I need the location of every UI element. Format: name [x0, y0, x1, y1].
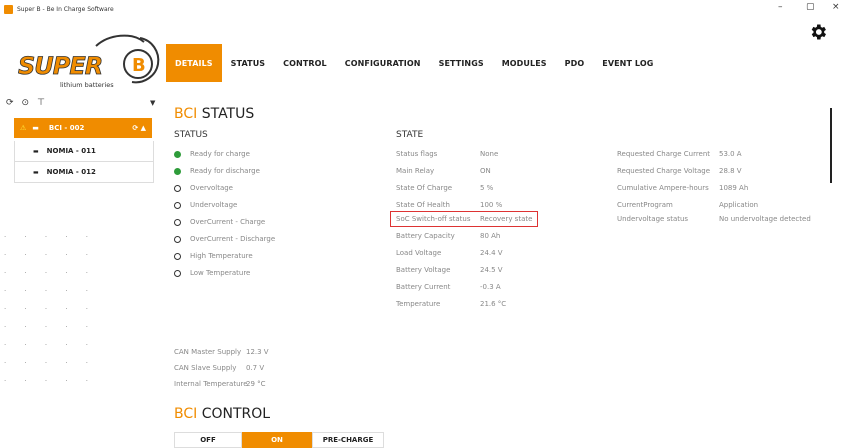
empty-circle-icon: [174, 252, 181, 260]
app-icon: [4, 4, 13, 14]
sidebar-dots: · · · · ·: [4, 305, 97, 313]
refresh-icon[interactable]: ⟳: [6, 98, 14, 108]
sidebar-dots: · · · · ·: [4, 341, 97, 349]
sidebar-dots: · · · · ·: [4, 251, 97, 259]
check-circle-icon: [174, 167, 181, 175]
svg-text:lithium batteries: lithium batteries: [60, 81, 114, 89]
status-item: OverCurrent - Charge: [174, 218, 265, 226]
status-column-header: STATUS: [174, 130, 208, 140]
info-row: Cumulative Ampere-hours 1089 Ah: [617, 184, 749, 192]
status-item: Ready for charge: [174, 150, 250, 158]
tab-settings[interactable]: SETTINGS: [430, 44, 493, 82]
tab-control[interactable]: CONTROL: [274, 44, 336, 82]
tab-pdo[interactable]: PDO: [556, 44, 594, 82]
sidebar-item-label: NOMIA - 012: [46, 168, 96, 176]
sidebar-dots: · · · · ·: [4, 233, 97, 241]
empty-circle-icon: [174, 218, 181, 226]
heading-prefix: BCI: [174, 106, 198, 122]
title-bar: Super B - Be In Charge Software: [0, 0, 858, 18]
state-row: Battery Capacity 80 Ah: [396, 232, 501, 240]
gear-icon[interactable]: [808, 22, 828, 42]
supply-row: CAN Master Supply 12.3 V: [174, 348, 269, 356]
status-item: Overvoltage: [174, 184, 233, 192]
main-nav: DETAILS STATUS CONTROL CONFIGURATION SET…: [166, 44, 662, 82]
pre-charge-button[interactable]: PRE-CHARGE: [312, 432, 384, 448]
window-title: Super B - Be In Charge Software: [17, 5, 114, 13]
tab-status[interactable]: STATUS: [222, 44, 274, 82]
tab-configuration[interactable]: CONFIGURATION: [336, 44, 430, 82]
close-button[interactable]: ×: [832, 2, 840, 12]
svg-text:SUPER: SUPER: [18, 52, 102, 80]
status-item: High Temperature: [174, 252, 253, 260]
tab-modules[interactable]: MODULES: [493, 44, 556, 82]
network-icon[interactable]: ⊤: [37, 98, 45, 108]
supply-row: CAN Slave Supply 0.7 V: [174, 364, 265, 372]
off-button[interactable]: OFF: [174, 432, 242, 448]
heading-suffix: CONTROL: [201, 406, 271, 422]
state-row: Battery Voltage 24.5 V: [396, 266, 503, 274]
svg-text:B: B: [132, 55, 146, 76]
circle-arrow-icon[interactable]: ⊙: [22, 98, 30, 108]
info-row: Requested Charge Voltage 28.8 V: [617, 167, 742, 175]
sidebar-item-nomia-011[interactable]: ▬ NOMIA - 011: [14, 141, 154, 162]
refresh-icon[interactable]: ⟳ ▲: [132, 124, 146, 132]
maximize-button[interactable]: ▢: [806, 2, 815, 12]
status-item: Undervoltage: [174, 201, 237, 209]
sidebar-dots: · · · · ·: [4, 269, 97, 277]
check-circle-icon: [174, 150, 181, 158]
empty-circle-icon: [174, 269, 181, 277]
battery-icon: ▬: [33, 168, 39, 176]
battery-icon: ▬: [32, 124, 39, 132]
bci-status-heading: BCI STATUS: [174, 106, 254, 122]
sidebar-toolbar: ⟳ ⊙ ⊤: [6, 98, 45, 108]
status-item: OverCurrent - Discharge: [174, 235, 275, 243]
state-row: Load Voltage 24.4 V: [396, 249, 503, 257]
supply-row: Internal Temperature 29 °C: [174, 380, 266, 388]
empty-circle-icon: [174, 201, 181, 209]
battery-icon: ▬: [33, 147, 39, 155]
state-column-header: STATE: [396, 130, 424, 140]
warning-icon: ⚠: [20, 124, 27, 132]
super-b-logo: B SUPER lithium batteries: [18, 34, 160, 89]
status-item: Low Temperature: [174, 269, 250, 277]
state-row: Battery Current -0.3 A: [396, 283, 501, 291]
sidebar-dots: · · · · ·: [4, 377, 97, 385]
heading-suffix: STATUS: [201, 106, 255, 122]
empty-circle-icon: [174, 235, 181, 243]
bci-control-heading: BCI CONTROL: [174, 406, 270, 422]
minimize-button[interactable]: –: [778, 2, 783, 12]
info-row: CurrentProgram Application: [617, 201, 759, 209]
caret-down-icon[interactable]: ▼: [150, 99, 155, 107]
tab-event-log[interactable]: EVENT LOG: [593, 44, 662, 82]
state-row: Status flags None: [396, 150, 499, 158]
state-row: State Of Charge 5 %: [396, 184, 494, 192]
sidebar-dots: · · · · ·: [4, 287, 97, 295]
state-row: Temperature 21.6 °C: [396, 300, 507, 308]
sidebar-item-label: BCI - 002: [48, 124, 85, 132]
tab-details[interactable]: DETAILS: [166, 44, 222, 82]
state-row: State Of Health 100 %: [396, 201, 503, 209]
sidebar-item-bci[interactable]: ⚠ ▬ BCI - 002 ⟳ ▲: [14, 118, 152, 138]
state-row: Main Relay ON: [396, 167, 491, 175]
sidebar-dots: · · · · ·: [4, 323, 97, 331]
sidebar-item-nomia-012[interactable]: ▬ NOMIA - 012: [14, 162, 154, 183]
empty-circle-icon: [174, 184, 181, 192]
sidebar-item-label: NOMIA - 011: [46, 147, 96, 155]
state-row: SoC Switch-off status Recovery state: [396, 215, 533, 223]
status-item: Ready for discharge: [174, 167, 260, 175]
on-button[interactable]: ON: [242, 432, 312, 448]
info-row: Undervoltage status No undervoltage detec…: [617, 215, 811, 223]
heading-prefix: BCI: [174, 406, 198, 422]
scrollbar[interactable]: [830, 108, 832, 183]
sidebar-dots: · · · · ·: [4, 359, 97, 367]
info-row: Requested Charge Current 53.0 A: [617, 150, 742, 158]
